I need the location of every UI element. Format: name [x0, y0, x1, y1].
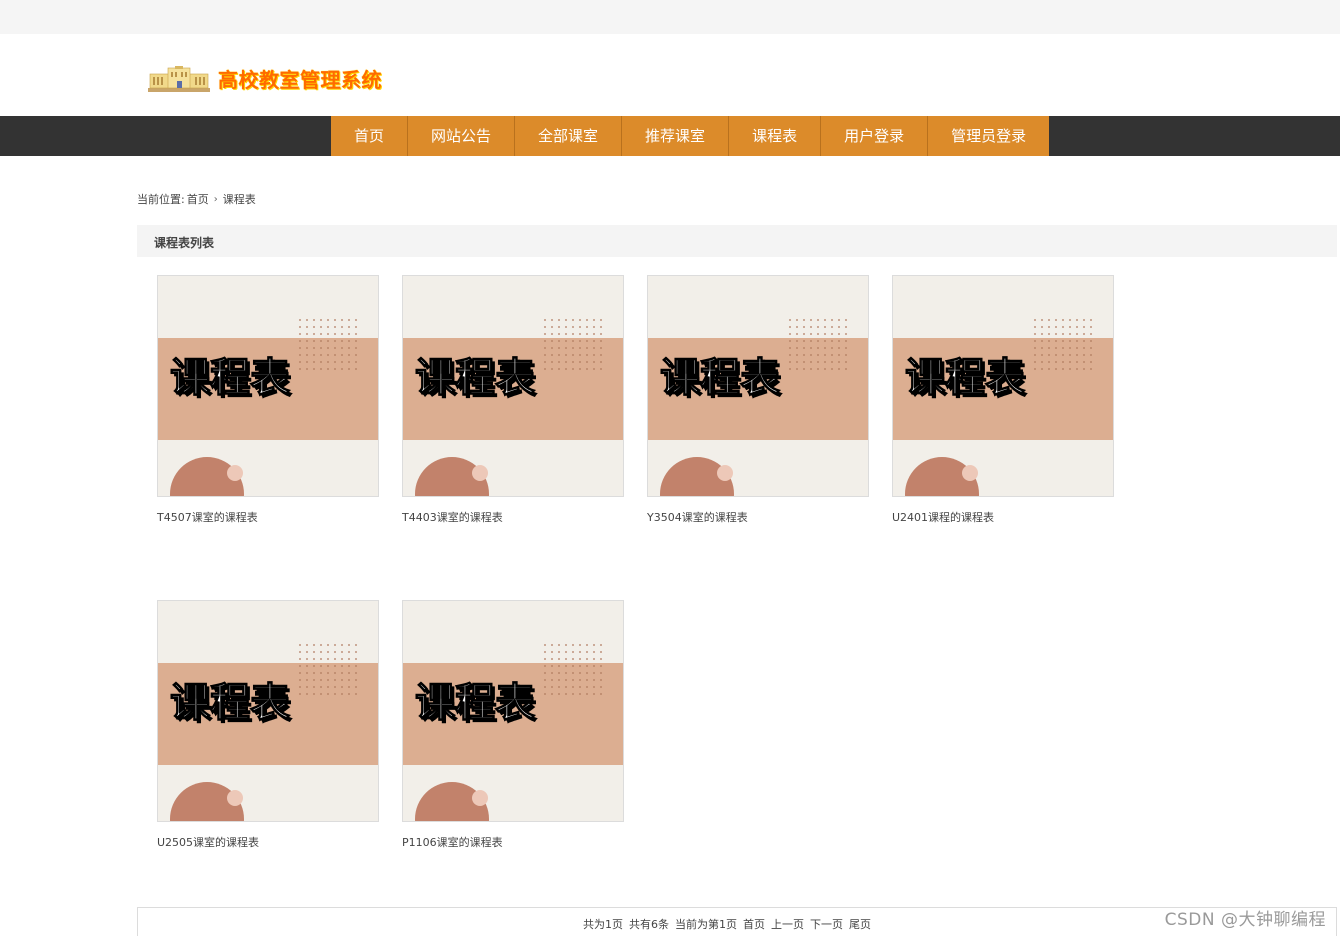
main-nav: 首页 网站公告 全部课室 推荐课室 课程表 用户登录 管理员登录	[331, 116, 1050, 156]
timetable-card[interactable]: 课程表 课程表 T4507课室的课程表	[157, 275, 379, 525]
pagination-total-items: 共有6条	[629, 918, 669, 931]
timetable-card-title[interactable]: U2401课程的课程表	[892, 509, 1114, 525]
timetable-card-title[interactable]: U2505课室的课程表	[157, 834, 379, 850]
thumbnail-text: 课程表	[415, 680, 535, 726]
timetable-card[interactable]: 课程表 课程表 U2401课程的课程表	[892, 275, 1114, 525]
small-circle-decoration	[717, 465, 733, 481]
thumbnail-artwork: 课程表课程表	[403, 276, 623, 496]
pagination-next-link[interactable]: 下一页	[810, 916, 843, 932]
small-circle-decoration	[472, 465, 488, 481]
breadcrumb-prefix: 当前位置:	[137, 193, 185, 206]
pagination-total-pages: 共为1页	[583, 918, 623, 931]
site-logo[interactable]: 高校教室管理系统	[148, 64, 382, 93]
section-header: 课程表列表	[137, 225, 1337, 257]
thumbnail-artwork: 课程表课程表	[893, 276, 1113, 496]
site-header: 高校教室管理系统	[0, 34, 1340, 116]
pagination-prev-link[interactable]: 上一页	[771, 916, 804, 932]
timetable-card[interactable]: 课程表 课程表 T4403课室的课程表	[402, 275, 624, 525]
nav-item-user-login[interactable]: 用户登录	[821, 116, 929, 156]
breadcrumb-current: 课程表	[222, 193, 256, 206]
pagination-info: 共为1页 共有6条 当前为第1页 首页 上一页 下一页 尾页	[583, 916, 871, 932]
timetable-card-title[interactable]: T4403课室的课程表	[402, 509, 624, 525]
breadcrumb: 当前位置: 首页 › 课程表	[137, 191, 256, 207]
pagination: 共为1页 共有6条 当前为第1页 首页 上一页 下一页 尾页	[137, 907, 1337, 936]
nav-item-admin-login[interactable]: 管理员登录	[928, 116, 1050, 156]
timetable-thumbnail[interactable]: 课程表 课程表	[157, 600, 379, 822]
timetable-thumbnail[interactable]: 课程表 课程表	[402, 275, 624, 497]
school-building-icon	[148, 65, 210, 92]
timetable-thumbnail[interactable]: 课程表 课程表	[402, 600, 624, 822]
section-title: 课程表列表	[154, 236, 215, 250]
chevron-right-icon: ›	[213, 193, 218, 205]
timetable-card-title[interactable]: Y3504课室的课程表	[647, 509, 869, 525]
csdn-watermark: CSDN @大钟聊编程	[1164, 910, 1326, 930]
pagination-first-link[interactable]: 首页	[743, 916, 765, 932]
timetable-card[interactable]: 课程表 课程表 Y3504课室的课程表	[647, 275, 869, 525]
breadcrumb-home-link[interactable]: 首页	[187, 191, 209, 207]
thumbnail-text: 课程表	[170, 355, 290, 401]
thumbnail-artwork: 课程表课程表	[403, 601, 623, 821]
pagination-last-link[interactable]: 尾页	[849, 916, 871, 932]
thumbnail-artwork: 课程表课程表	[648, 276, 868, 496]
top-strip	[0, 0, 1340, 34]
nav-item-announcements[interactable]: 网站公告	[408, 116, 516, 156]
thumbnail-text: 课程表	[415, 355, 535, 401]
timetable-card-title[interactable]: T4507课室的课程表	[157, 509, 379, 525]
thumbnail-artwork: 课程表课程表	[158, 601, 378, 821]
thumbnail-text: 课程表	[170, 680, 290, 726]
timetable-card[interactable]: 课程表 课程表 U2505课室的课程表	[157, 600, 379, 850]
site-title: 高校教室管理系统	[218, 68, 382, 92]
timetable-card-title[interactable]: P1106课室的课程表	[402, 834, 624, 850]
nav-item-home[interactable]: 首页	[331, 116, 409, 156]
timetable-thumbnail[interactable]: 课程表 课程表	[892, 275, 1114, 497]
thumbnail-artwork: 课程表课程表	[158, 276, 378, 496]
timetable-thumbnail[interactable]: 课程表 课程表	[647, 275, 869, 497]
small-circle-decoration	[962, 465, 978, 481]
pagination-current-page: 当前为第1页	[675, 918, 737, 931]
timetable-thumbnail[interactable]: 课程表 课程表	[157, 275, 379, 497]
nav-item-timetable[interactable]: 课程表	[729, 116, 822, 156]
thumbnail-text: 课程表	[660, 355, 780, 401]
nav-item-all-classrooms[interactable]: 全部课室	[515, 116, 623, 156]
timetable-card[interactable]: 课程表 课程表 P1106课室的课程表	[402, 600, 624, 850]
small-circle-decoration	[227, 790, 243, 806]
main-navbar: 首页 网站公告 全部课室 推荐课室 课程表 用户登录 管理员登录	[0, 116, 1340, 156]
nav-item-recommended-classrooms[interactable]: 推荐课室	[622, 116, 730, 156]
small-circle-decoration	[472, 790, 488, 806]
small-circle-decoration	[227, 465, 243, 481]
thumbnail-text: 课程表	[905, 355, 1025, 401]
